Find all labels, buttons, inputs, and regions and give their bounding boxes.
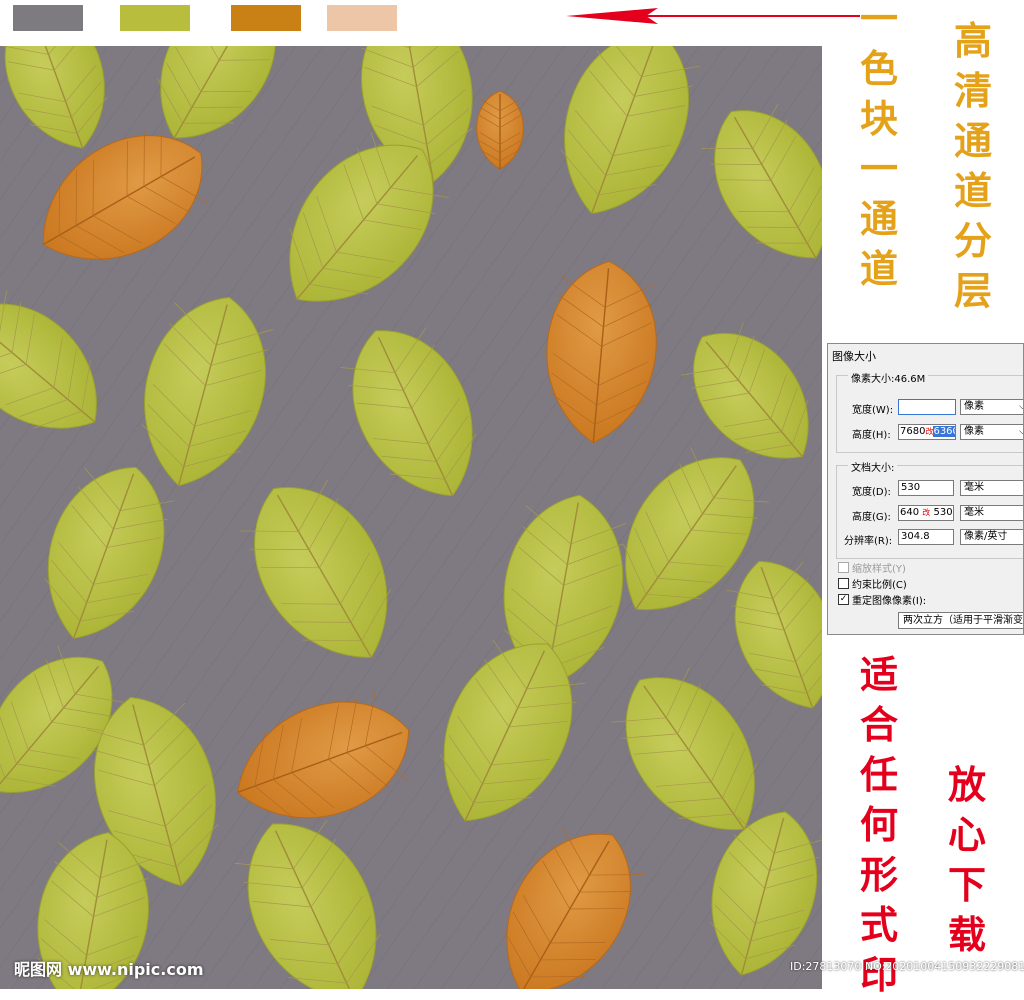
doc-width-unit-label: 毫米 — [964, 482, 984, 493]
color-swatch-orange — [231, 5, 301, 31]
pixel-width-input[interactable]: 6360 — [898, 399, 956, 415]
check-icon: ✓ — [838, 594, 849, 605]
color-swatch-gray — [13, 5, 83, 31]
watermark-site: 昵图网 www.nipic.com — [14, 960, 204, 979]
color-swatch-green — [120, 5, 190, 31]
doc-width-unit-select[interactable]: 毫米 — [960, 480, 1023, 496]
doc-height-unit-label: 毫米 — [964, 507, 984, 518]
headline-vertical-right: 高清通道分层 — [953, 18, 992, 313]
leaf-pattern-artwork — [0, 46, 822, 989]
pixel-height-unit-label: 像素 — [964, 426, 984, 437]
resolution-unit-select[interactable]: 像素/英寸 — [960, 529, 1023, 545]
doc-height-new-value: 530 — [933, 507, 953, 518]
scale-styles-checkbox: 缩放样式(Y) — [838, 560, 906, 575]
checkbox-box — [838, 578, 849, 589]
pixel-height-input[interactable]: 7680改6360 — [898, 424, 956, 440]
resample-label: 重定图像像素(I): — [852, 596, 927, 607]
headline-vertical-left: 一色块一通道 — [859, 0, 898, 291]
pixel-height-new-value: 6360 — [933, 426, 955, 437]
arrow-left-icon — [566, 8, 860, 24]
slogan-vertical-left: 适合任何形式印 — [859, 652, 898, 997]
pixel-width-unit-label: 像素 — [964, 401, 984, 412]
doc-height-unit-select[interactable]: 毫米 — [960, 505, 1023, 521]
chevron-down-icon: ⌵ — [1019, 425, 1023, 439]
dialog-title: 图像大小 — [832, 350, 876, 363]
resolution-input[interactable]: 304.8 — [898, 529, 954, 545]
resolution-label: 分辨率(R): — [844, 536, 893, 547]
pixel-dimensions-label: 像素大小:46.6M — [848, 370, 929, 385]
document-size-label: 文档大小: — [848, 459, 898, 474]
pixel-height-unit-select[interactable]: 像素 ⌵ — [960, 424, 1023, 440]
pixel-height-old-value: 7680 — [900, 426, 926, 437]
pixel-width-label: 宽度(W): — [852, 405, 894, 416]
resample-method-select[interactable]: 两次立方（适用于平滑渐变 — [898, 612, 1023, 629]
scale-styles-label: 缩放样式(Y) — [852, 564, 906, 575]
constrain-proportions-checkbox[interactable]: 约束比例(C) — [838, 576, 907, 591]
doc-width-label: 宽度(D): — [852, 487, 891, 498]
checkbox-box — [838, 562, 849, 573]
chevron-down-icon: ⌵ — [1019, 400, 1023, 414]
doc-height-input[interactable]: 640 改 530 — [898, 505, 954, 521]
constrain-proportions-label: 约束比例(C) — [852, 580, 907, 591]
slogan-vertical-right: 放心下载 — [947, 762, 986, 957]
doc-height-old-value: 640 — [900, 507, 920, 518]
pixel-width-unit-select[interactable]: 像素 ⌵ — [960, 399, 1023, 415]
watermark-id: ID:27813070 NO:20201004150932229081 — [790, 960, 1024, 973]
doc-height-change-note: 改 — [922, 508, 931, 517]
image-size-dialog: 图像大小 像素大小:46.6M 宽度(W): 6360 像素 ⌵ 高度(H): 7… — [827, 343, 1024, 635]
resample-checkbox[interactable]: ✓ 重定图像像素(I): — [838, 592, 926, 607]
pixel-height-label: 高度(H): — [852, 430, 891, 441]
resolution-unit-label: 像素/英寸 — [964, 531, 1008, 542]
doc-width-input[interactable]: 530 — [898, 480, 954, 496]
doc-height-label: 高度(G): — [852, 512, 891, 523]
color-swatch-peach — [327, 5, 397, 31]
